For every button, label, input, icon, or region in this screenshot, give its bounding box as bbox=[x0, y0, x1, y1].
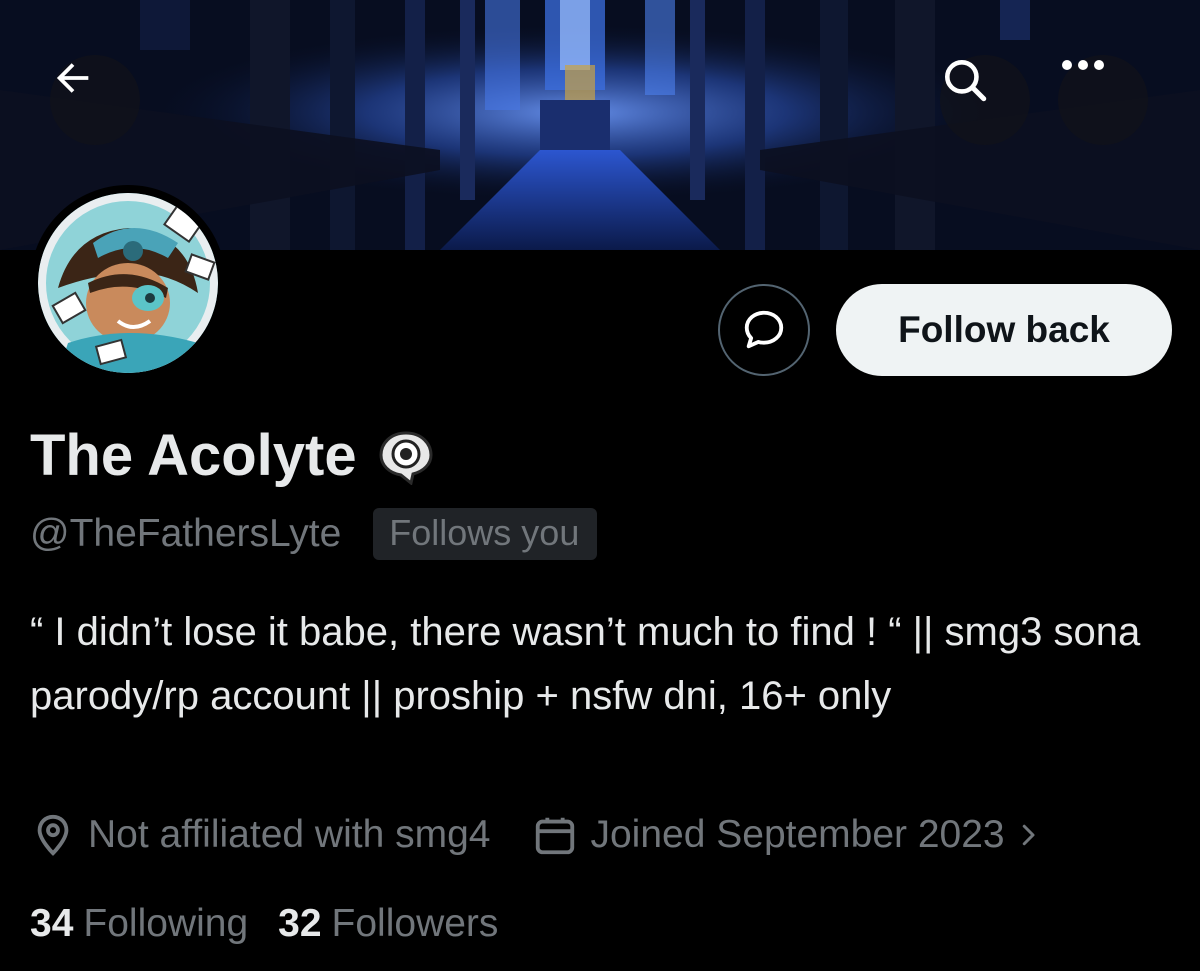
location-text: Not affiliated with smg4 bbox=[88, 813, 491, 856]
arrow-left-icon bbox=[56, 63, 89, 93]
chevron-right-icon bbox=[1022, 824, 1035, 846]
back-button[interactable] bbox=[50, 55, 140, 145]
follow-stats-row: 34 Following 32 Followers bbox=[30, 902, 498, 946]
following-label: Following bbox=[83, 902, 249, 945]
profile-bio: “ I didn’t lose it babe, there wasn’t mu… bbox=[30, 610, 1141, 718]
following-count: 34 bbox=[30, 902, 74, 945]
search-icon bbox=[945, 60, 987, 102]
following-link[interactable]: 34 Following bbox=[30, 902, 248, 946]
location-item: Not affiliated with smg4 bbox=[30, 812, 490, 858]
follows-you-badge: Follows you bbox=[373, 508, 598, 560]
calendar-icon bbox=[536, 817, 575, 855]
message-bubble-icon bbox=[744, 310, 784, 349]
display-name: The Acolyte bbox=[30, 423, 357, 488]
followers-label: Followers bbox=[331, 902, 499, 945]
followers-link[interactable]: 32 Followers bbox=[278, 902, 498, 946]
display-name-row: The Acolyte bbox=[30, 422, 435, 489]
avatar-image bbox=[38, 193, 218, 373]
more-options-button[interactable] bbox=[1058, 55, 1148, 145]
location-pin-icon bbox=[37, 814, 69, 856]
handle-row: @TheFathersLyte Follows you bbox=[30, 508, 598, 560]
user-handle: @TheFathersLyte bbox=[30, 512, 342, 555]
follow-back-button[interactable]: Follow back bbox=[836, 284, 1172, 376]
joined-date-item[interactable]: Joined September 2023 bbox=[532, 812, 1042, 858]
followers-count: 32 bbox=[278, 902, 322, 945]
profile-meta-row: Not affiliated with smg4 Joined Septembe… bbox=[30, 812, 1043, 858]
eye-speech-bubble-icon bbox=[379, 430, 433, 485]
search-button[interactable] bbox=[940, 55, 1030, 145]
joined-date-text: Joined September 2023 bbox=[590, 813, 1005, 856]
direct-message-button[interactable] bbox=[718, 284, 810, 376]
more-dots-icon bbox=[1062, 60, 1104, 70]
profile-avatar[interactable] bbox=[30, 185, 226, 381]
